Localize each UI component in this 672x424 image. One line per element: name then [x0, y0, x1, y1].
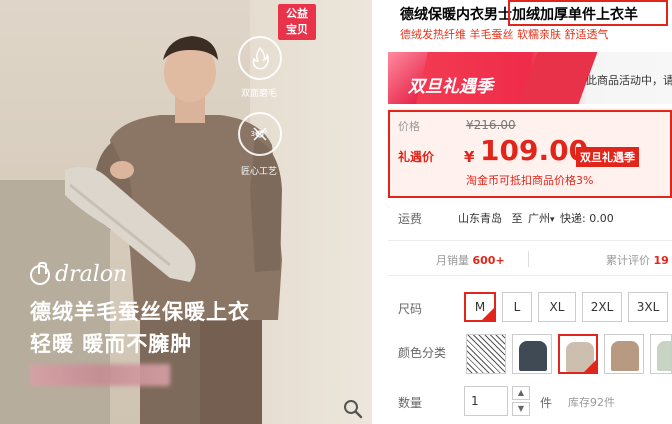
color-swatch-mint[interactable] [650, 334, 672, 374]
quantity-unit: 件 [540, 396, 553, 410]
product-image-panel[interactable]: 双面磨毛 360° 匠心工艺 dralon 德绒羊毛蚕丝保暖上衣 轻暖 暖而不臃… [0, 0, 372, 424]
shipping-label: 运费 [398, 212, 423, 226]
divider [528, 251, 529, 267]
charity-badge: 公益宝贝 [278, 4, 316, 40]
sales-stats: 月销量 600+ 累计评价 19 [388, 240, 672, 276]
shipping-fee: 快递: 0.00 [560, 212, 614, 225]
zoom-icon[interactable] [342, 398, 364, 420]
color-swatch-beige[interactable] [558, 334, 598, 374]
monthly-sales: 月销量 600+ [436, 254, 505, 267]
double-brushed-badge-icon [238, 36, 282, 80]
ship-from: 山东青岛 [458, 212, 502, 225]
brand-mark-icon [30, 261, 50, 285]
product-page: 双面磨毛 360° 匠心工艺 dralon 德绒羊毛蚕丝保暖上衣 轻暖 暖而不臃… [0, 0, 672, 424]
image-headline: 德绒羊毛蚕丝保暖上衣 [30, 300, 250, 324]
check-icon [482, 308, 494, 320]
ship-destination-select[interactable]: 广州▾ [528, 212, 555, 225]
promo-title: 双旦礼遇季 [408, 77, 493, 97]
size-option-3xl[interactable]: 3XL [628, 292, 668, 322]
color-swatch-grey[interactable] [466, 334, 506, 374]
review-count[interactable]: 累计评价 19 [606, 252, 669, 268]
promo-active-text: 此商品活动中，请 [586, 74, 672, 87]
shipping-info: 山东青岛 至 广州▾ 快递: 0.00 [458, 210, 614, 226]
product-photo: 双面磨毛 360° 匠心工艺 dralon 德绒羊毛蚕丝保暖上衣 轻暖 暖而不臃… [0, 0, 372, 424]
size-option-l[interactable]: L [502, 292, 532, 322]
quantity-input[interactable]: 1 [464, 386, 508, 416]
quantity-increase-button[interactable]: ▲ [512, 386, 530, 400]
product-info-panel: 德绒保暖内衣男士加绒加厚单件上衣羊 德绒发热纤维 羊毛蚕丝 软糯亲肤 舒适透气 … [388, 0, 672, 424]
quantity-decrease-button[interactable]: ▼ [512, 402, 530, 416]
blurred-text-bar [30, 364, 170, 386]
size-option-xl[interactable]: XL [538, 292, 576, 322]
price-highlight-box [388, 110, 672, 198]
feature-label: 匠心工艺 [240, 167, 277, 177]
color-swatch-navy[interactable] [512, 334, 552, 374]
promo-banner[interactable]: 双旦礼遇季 此商品活动中，请 [388, 52, 672, 104]
stock-count: 库存92件 [568, 396, 615, 409]
chevron-down-icon: ▾ [550, 215, 555, 225]
feature-badge-text: 360° [250, 130, 268, 138]
check-icon [584, 360, 596, 372]
image-subheadline: 轻暖 暖而不臃肿 [30, 332, 193, 356]
size-option-m[interactable]: M [464, 292, 496, 322]
title-highlight-box [508, 0, 668, 26]
color-swatch-camel[interactable] [604, 334, 644, 374]
size-option-2xl[interactable]: 2XL [582, 292, 622, 322]
feature-label: 双面磨毛 [240, 89, 277, 99]
brand-name: dralon [55, 262, 128, 287]
ship-to-prefix: 至 [511, 212, 523, 225]
size-label: 尺码 [398, 302, 423, 316]
quantity-label: 数量 [398, 396, 423, 410]
color-label: 颜色分类 [398, 346, 447, 360]
product-subtitle: 德绒发热纤维 羊毛蚕丝 软糯亲肤 舒适透气 [400, 28, 609, 41]
brand-logo: dralon [30, 261, 128, 287]
